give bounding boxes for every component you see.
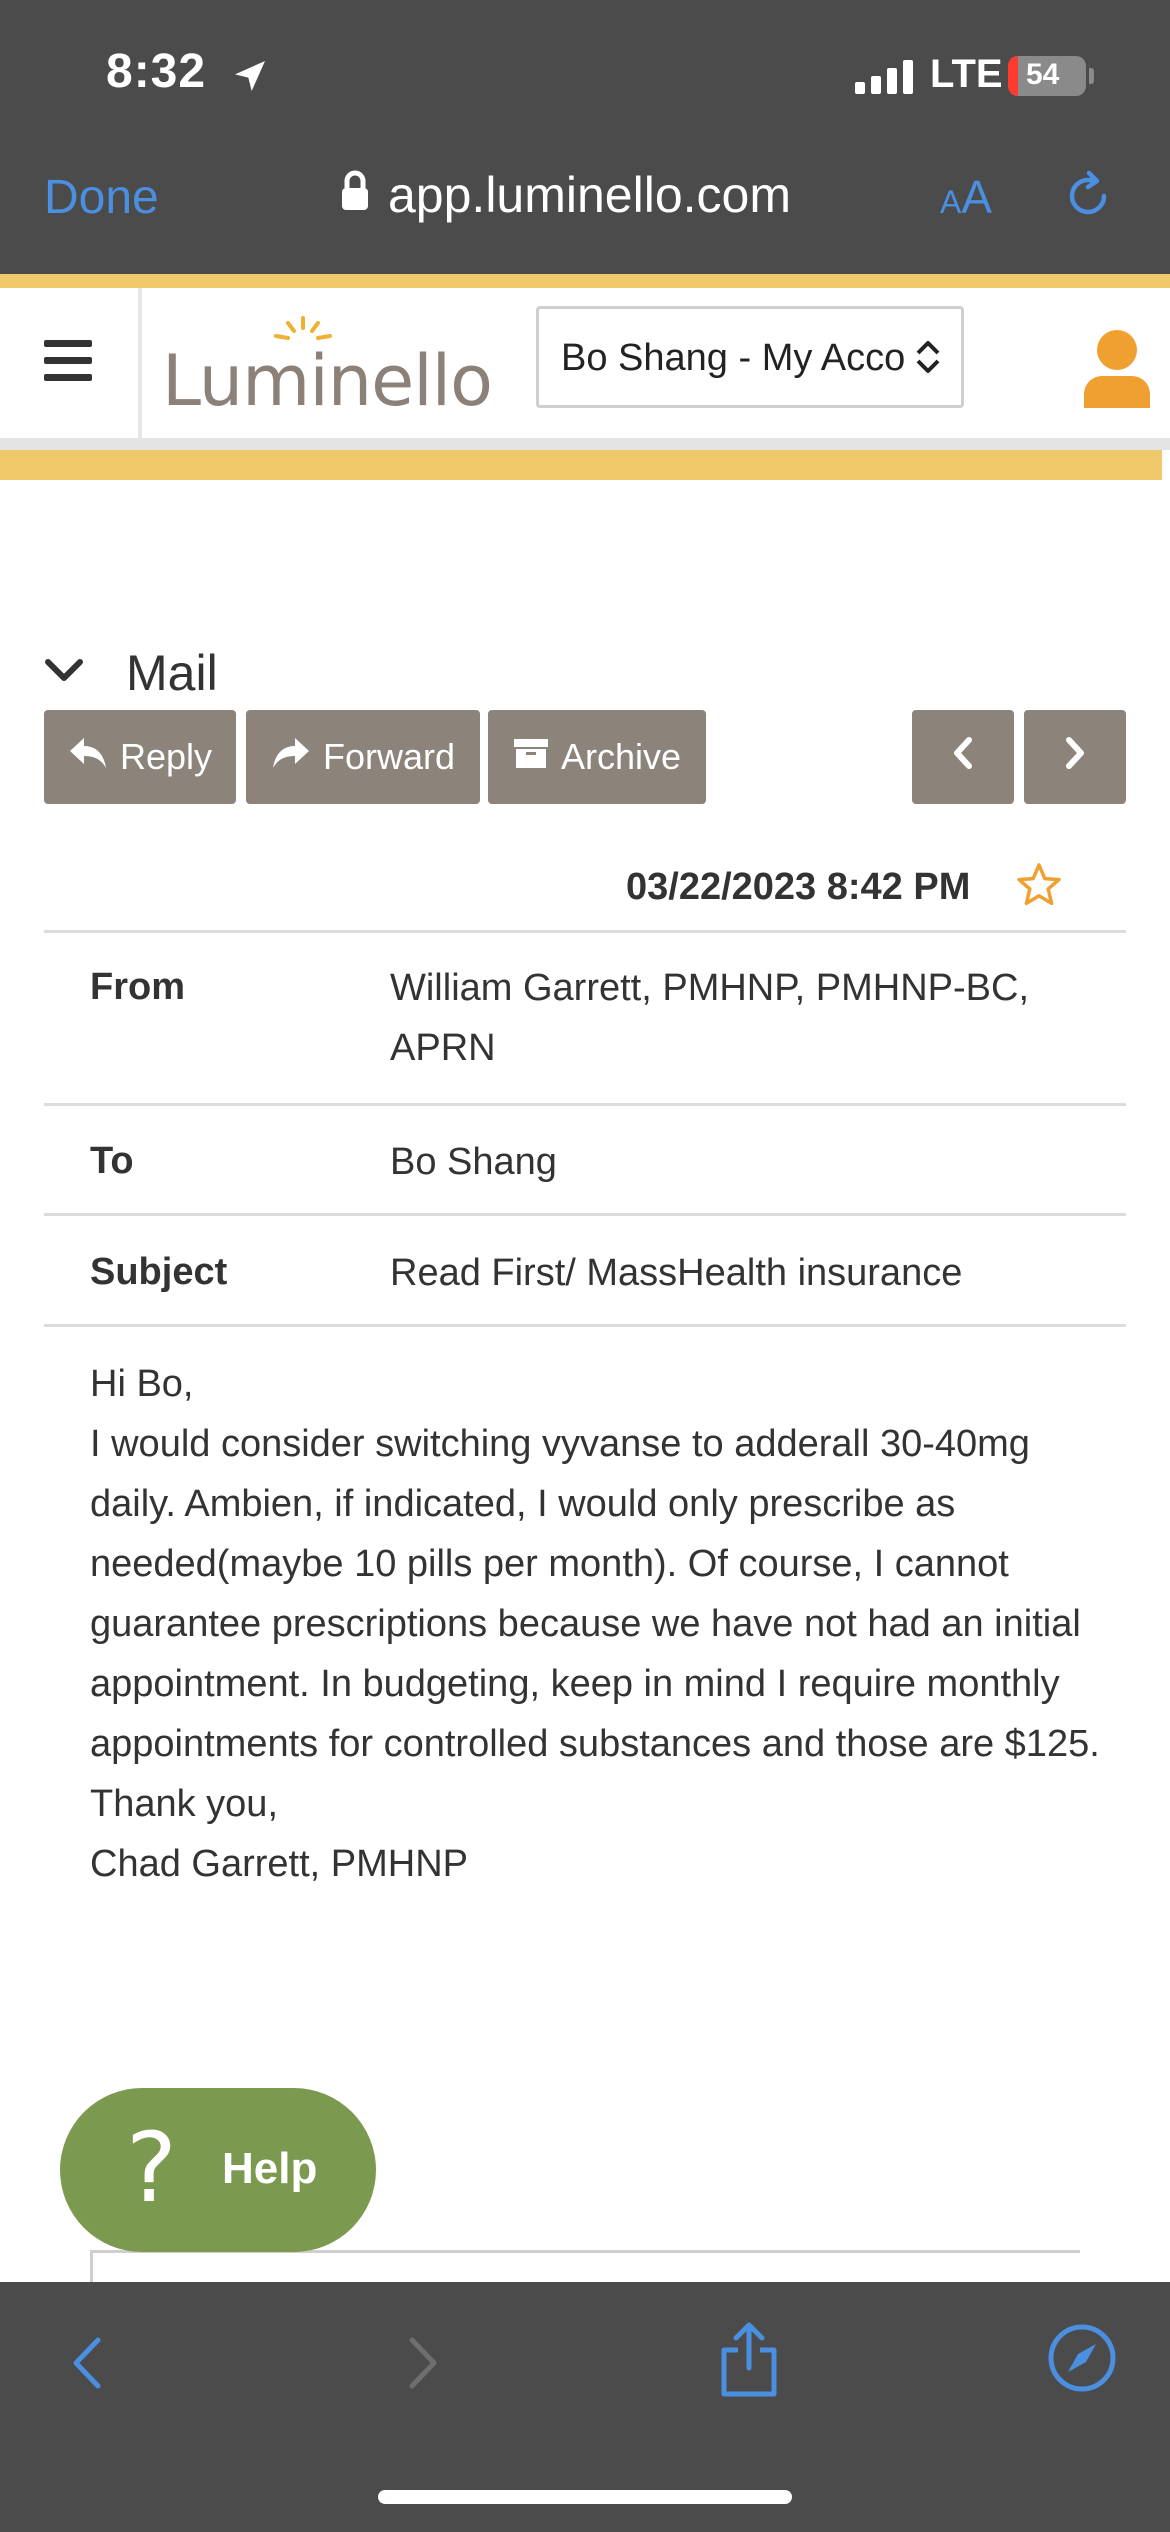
star-icon[interactable] <box>1016 862 1062 913</box>
signal-icon <box>855 58 913 94</box>
select-chevron-icon <box>913 337 943 382</box>
forward-arrow-icon <box>271 736 311 779</box>
user-avatar-icon[interactable] <box>1082 328 1152 413</box>
battery-nub <box>1089 68 1094 84</box>
subject-value: Read First/ MassHealth insurance <box>390 1252 963 1294</box>
question-mark-icon: ? <box>126 2112 177 2224</box>
reload-icon[interactable] <box>1062 170 1114 227</box>
reply-icon <box>68 736 108 779</box>
divider <box>44 1324 1126 1327</box>
back-icon[interactable] <box>62 2330 112 2401</box>
message-paragraph: I would consider switching vyvanse to ad… <box>90 1423 1100 1765</box>
header-shadow <box>0 438 1170 450</box>
divider <box>44 930 1126 933</box>
lock-icon <box>340 166 370 224</box>
app-header: Luminello Bo Shang - My Acco <box>0 288 1170 438</box>
text-size-button[interactable]: AA <box>940 170 992 224</box>
from-value: William Garrett, PMHNP, PMHNP-BC, APRN <box>390 967 1030 1069</box>
divider <box>44 1213 1126 1216</box>
forward-button[interactable]: Forward <box>246 710 480 804</box>
account-selector[interactable]: Bo Shang - My Acco <box>536 306 964 408</box>
done-button[interactable]: Done <box>44 170 159 225</box>
archive-box-icon <box>513 736 549 778</box>
next-icon <box>1063 736 1087 779</box>
share-icon[interactable] <box>714 2320 784 2405</box>
chevron-down-icon[interactable] <box>44 650 84 695</box>
url-text: app.luminello.com <box>388 167 791 223</box>
header-divider <box>138 288 142 438</box>
address-bar[interactable]: app.luminello.com <box>340 166 791 224</box>
subject-label: Subject <box>90 1251 228 1293</box>
message-closing: Thank you, <box>90 1783 278 1825</box>
help-button[interactable]: ? Help <box>60 2088 376 2252</box>
header-top-stripe <box>0 274 1170 288</box>
message-date: 03/22/2023 8:42 PM <box>626 866 971 908</box>
status-time: 8:32 <box>106 45 207 98</box>
forward-icon <box>398 2330 448 2401</box>
divider <box>44 1103 1126 1106</box>
prev-icon <box>951 736 975 779</box>
message-signature: Chad Garrett, PMHNP <box>90 1843 468 1885</box>
archive-button[interactable]: Archive <box>488 710 706 804</box>
next-message-button[interactable] <box>1024 710 1126 804</box>
reply-button[interactable]: Reply <box>44 710 236 804</box>
location-arrow-icon <box>230 56 270 101</box>
forward-label: Forward <box>322 736 456 777</box>
compass-icon[interactable] <box>1046 2322 1118 2399</box>
browser-top-chrome: 8:32 LTE 54 Done app.luminello.com AA <box>0 0 1170 274</box>
battery-level: 54 <box>1026 58 1060 91</box>
home-indicator[interactable] <box>378 2490 792 2504</box>
account-selector-value: Bo Shang - My Acco <box>561 337 906 379</box>
reply-label: Reply <box>119 736 213 777</box>
to-value: Bo Shang <box>390 1141 557 1183</box>
message-greeting: Hi Bo, <box>90 1363 194 1405</box>
network-type: LTE <box>930 52 1003 96</box>
to-label: To <box>90 1140 134 1182</box>
mail-section-title: Mail <box>126 645 218 701</box>
archive-label: Archive <box>560 736 682 777</box>
menu-icon[interactable] <box>44 340 92 381</box>
battery-icon: 54 <box>1008 56 1086 96</box>
help-label: Help <box>222 2144 318 2193</box>
header-bottom-stripe <box>0 450 1162 480</box>
from-label: From <box>90 966 185 1008</box>
previous-message-button[interactable] <box>912 710 1014 804</box>
message-body: Hi Bo, I would consider switching vyvans… <box>90 1354 1100 1894</box>
luminello-logo[interactable]: Luminello <box>162 340 493 422</box>
